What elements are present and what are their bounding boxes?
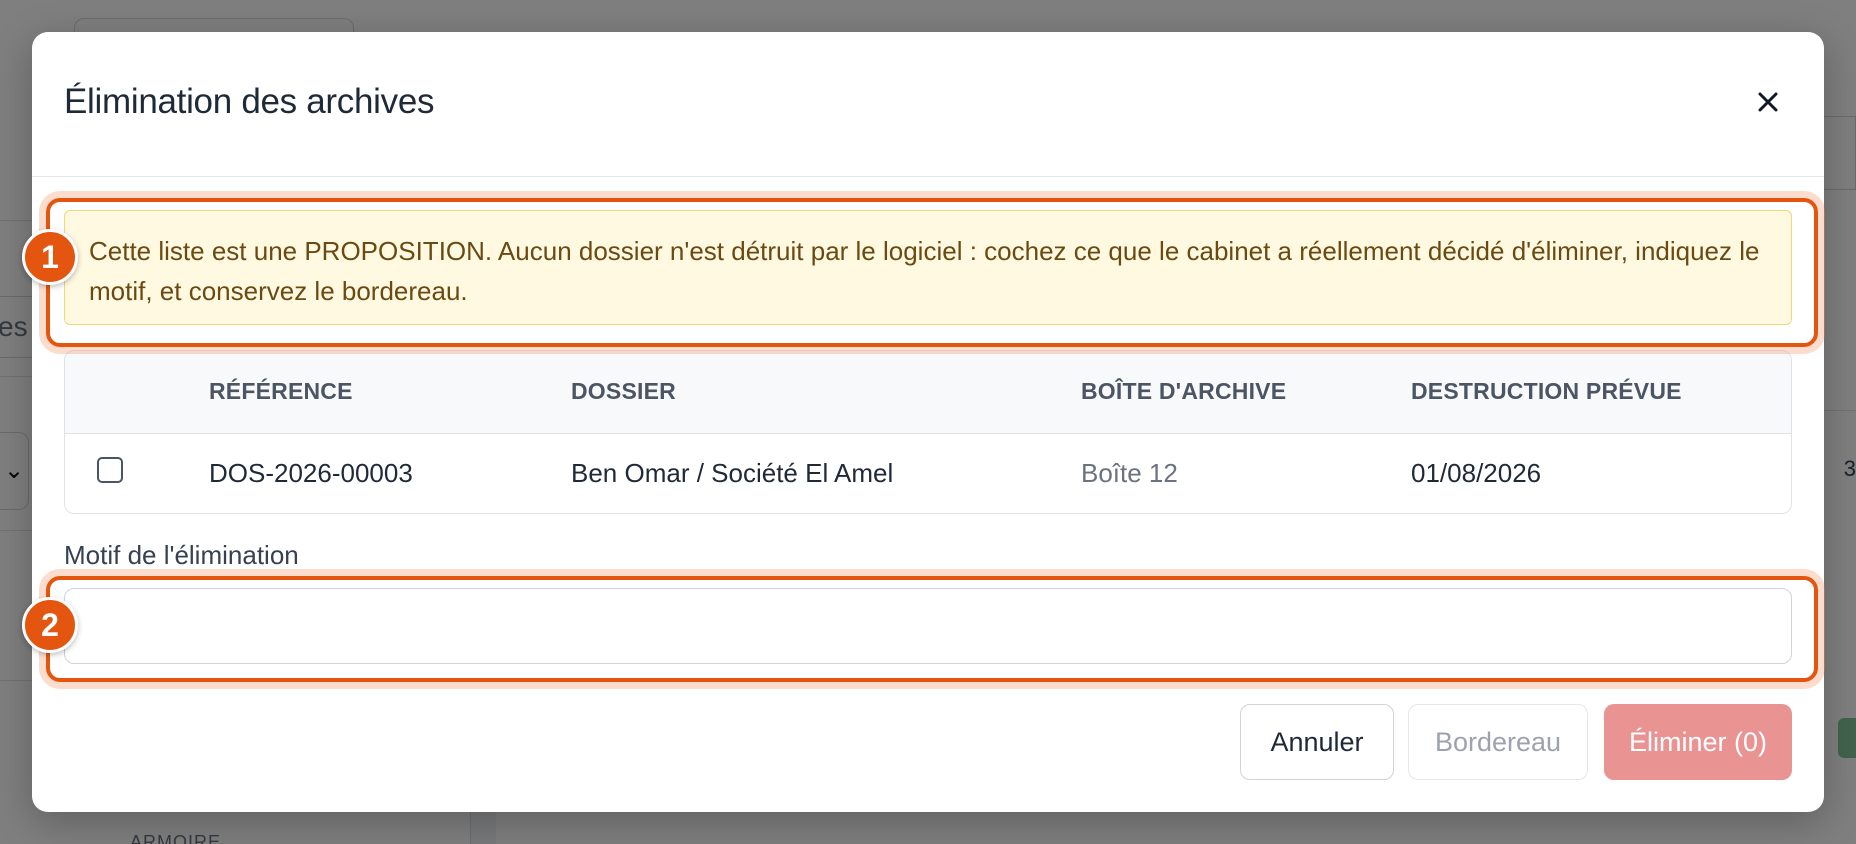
close-icon [1758,92,1778,112]
motif-input[interactable] [64,588,1792,664]
column-header-boite: BOÎTE D'ARCHIVE [1081,351,1411,434]
row-dossier: Ben Omar / Société El Amel [571,457,894,488]
close-button[interactable] [1746,80,1790,124]
step-badge-2: 2 [22,597,78,653]
column-header-reference: RÉFÉRENCE [209,351,571,434]
elimination-modal: Élimination des archives Cette liste est… [32,32,1824,812]
column-header-dossier: DOSSIER [571,351,1081,434]
column-header-destruction: DESTRUCTION PRÉVUE [1411,351,1791,434]
row-select-cell [65,433,209,513]
row-destruction-date: 01/08/2026 [1411,457,1542,488]
proposal-warning-alert: Cette liste est une PROPOSITION. Aucun d… [64,210,1792,325]
modal-header: Élimination des archives [32,32,1824,177]
table-header-row: RÉFÉRENCE DOSSIER BOÎTE D'ARCHIVE DESTRU… [65,351,1791,434]
motif-label: Motif de l'élimination [64,540,299,570]
cancel-button[interactable]: Annuler [1240,704,1394,780]
row-checkbox[interactable] [97,457,123,484]
row-reference: DOS-2026-00003 [209,457,413,488]
step-badge-1: 1 [22,229,78,285]
column-header-select [65,351,209,434]
eliminer-button[interactable]: Éliminer (0) [1604,704,1792,780]
archives-table: RÉFÉRENCE DOSSIER BOÎTE D'ARCHIVE DESTRU… [64,350,1792,514]
bordereau-button[interactable]: Bordereau [1408,704,1588,780]
modal-title: Élimination des archives [64,82,435,121]
table-row: DOS-2026-00003 Ben Omar / Société El Ame… [65,433,1791,513]
row-boite: Boîte 12 [1081,457,1178,488]
